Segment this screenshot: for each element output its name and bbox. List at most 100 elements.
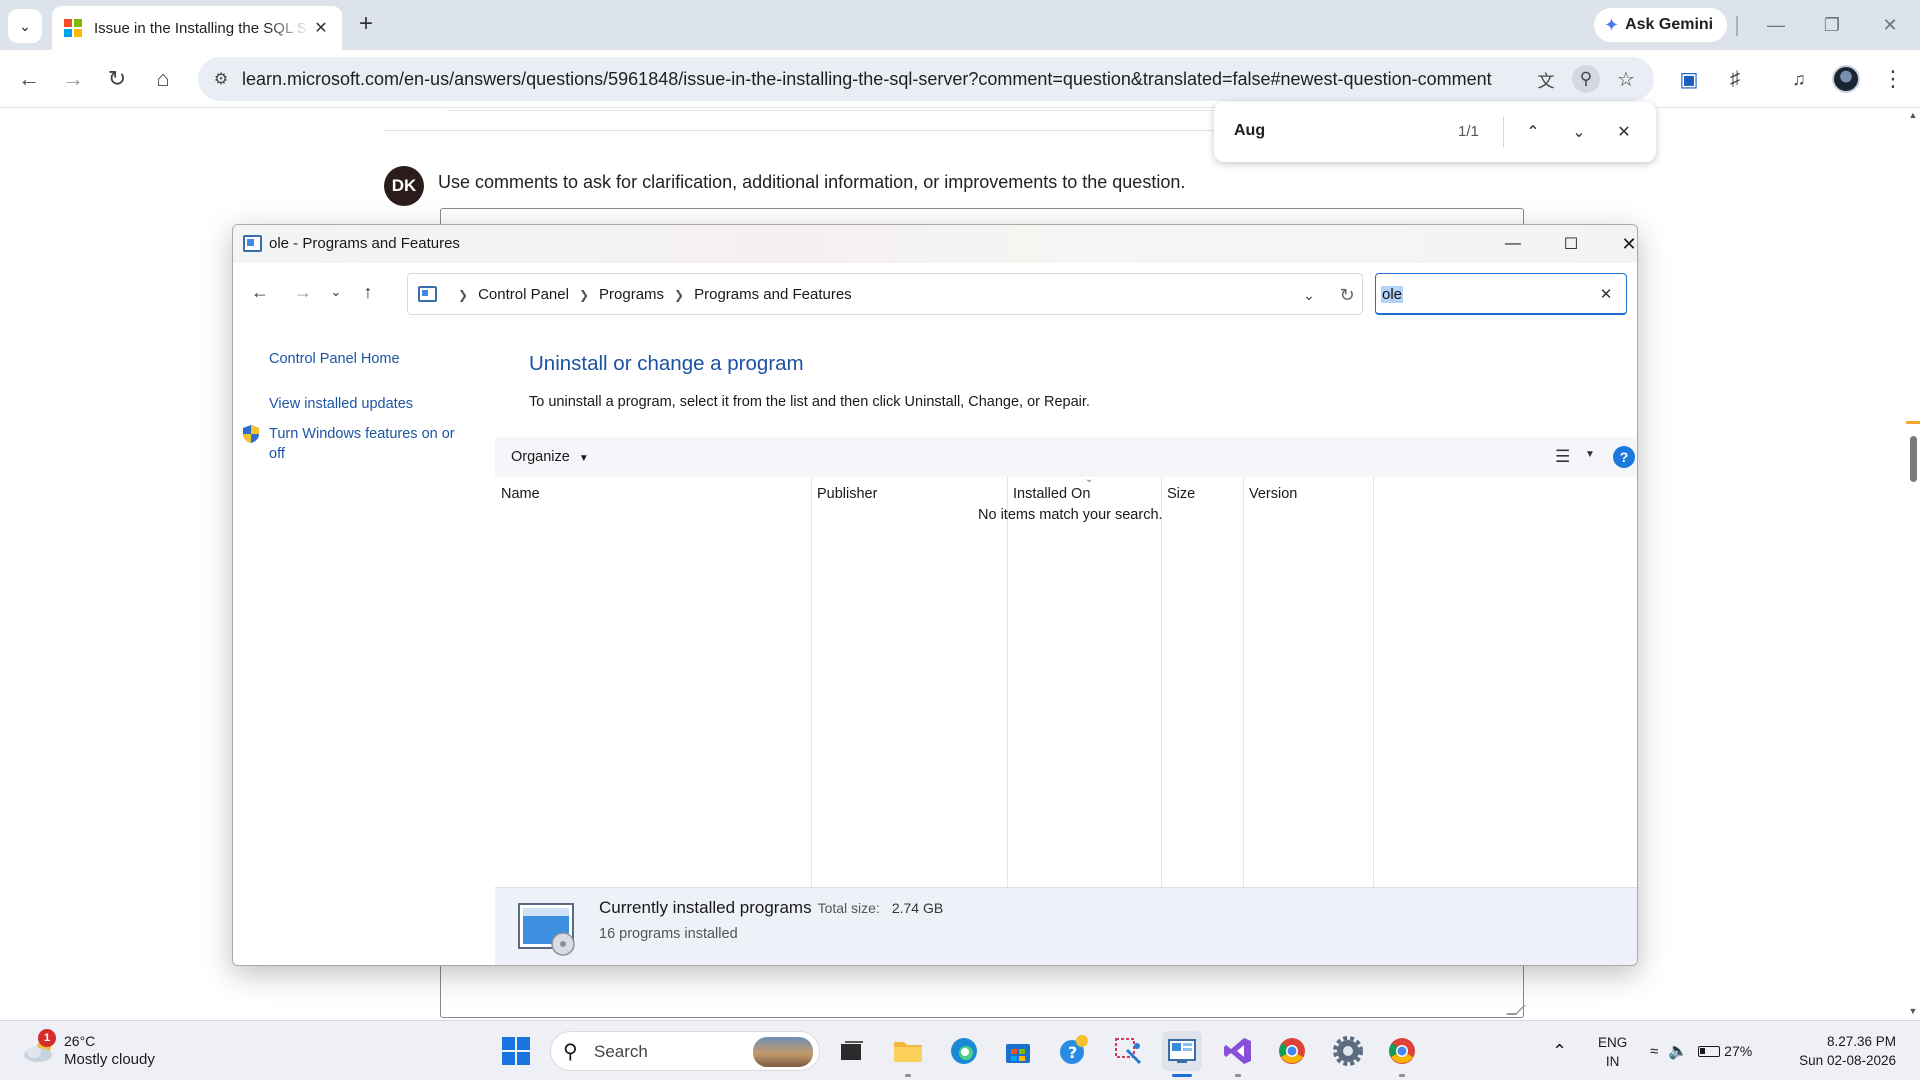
refresh-icon[interactable]: ↻ <box>1334 282 1360 308</box>
control-panel-app[interactable] <box>1162 1031 1202 1077</box>
show-hidden-icons-button[interactable]: ⌃ <box>1552 1021 1567 1080</box>
turn-windows-features-link[interactable]: Turn Windows features on or off <box>269 424 455 464</box>
breadcrumb-separator-icon[interactable]: ❯ <box>579 288 589 302</box>
window-minimize-button[interactable]: — <box>1493 229 1533 259</box>
visual-studio-app[interactable] <box>1218 1031 1258 1077</box>
home-button[interactable]: ⌂ <box>146 62 180 96</box>
breadcrumb-programs-and-features[interactable]: Programs and Features <box>694 286 852 303</box>
settings-app[interactable] <box>1328 1031 1368 1071</box>
organize-label: Organize <box>511 449 570 465</box>
browser-minimize-button[interactable]: — <box>1758 10 1794 40</box>
control-panel-icon <box>418 286 437 302</box>
search-highlight-image <box>753 1037 813 1067</box>
media-controls-icon[interactable]: ♫ <box>1782 62 1816 96</box>
left-task-pane: Control Panel Home View installed update… <box>233 321 483 965</box>
clear-search-icon[interactable]: ✕ <box>1596 284 1616 304</box>
browser-restore-button[interactable]: ❐ <box>1814 10 1850 40</box>
program-list[interactable]: Name Publisher Installed On ⌄ Size Versi… <box>495 474 1637 887</box>
column-header-installed-on[interactable]: Installed On <box>1013 486 1090 502</box>
scroll-up-icon[interactable]: ▲ <box>1908 110 1918 120</box>
explorer-search-input[interactable]: ole ✕ <box>1375 273 1627 315</box>
close-icon: ✕ <box>1617 124 1631 141</box>
column-divider[interactable] <box>811 477 812 887</box>
task-view-button[interactable] <box>832 1031 872 1071</box>
scroll-down-icon[interactable]: ▼ <box>1908 1006 1918 1016</box>
column-header-name[interactable]: Name <box>501 486 540 502</box>
chrome-app[interactable] <box>1272 1031 1312 1071</box>
view-options-dropdown-icon[interactable]: ▼ <box>1585 449 1595 460</box>
gemini-spark-icon: ✦ <box>1604 14 1620 35</box>
home-icon: ⌂ <box>156 66 170 91</box>
nav-up-button[interactable]: ↑ <box>353 277 383 307</box>
input-language-indicator[interactable]: ENG IN <box>1598 1033 1627 1071</box>
scrollbar-thumb[interactable] <box>1910 436 1917 482</box>
forward-button[interactable]: → <box>56 62 90 96</box>
url-text[interactable]: learn.microsoft.com/en-us/answers/questi… <box>242 69 1492 90</box>
browser-tab-active[interactable]: Issue in the Installing the SQL S ✕ <box>52 6 342 50</box>
menu-kebab-icon[interactable]: ⋮ <box>1876 62 1910 96</box>
column-header-publisher[interactable]: Publisher <box>817 486 877 502</box>
control-panel-home-link[interactable]: Control Panel Home <box>269 349 400 369</box>
weather-widget[interactable]: 1 26°C Mostly cloudy <box>20 1029 180 1073</box>
resize-grip-icon[interactable] <box>1506 1005 1526 1015</box>
column-header-size[interactable]: Size <box>1167 486 1195 502</box>
get-help-app[interactable]: ? <box>1054 1031 1094 1071</box>
file-explorer-app[interactable] <box>888 1031 928 1077</box>
clock[interactable]: 8.27.36 PM Sun 02-08-2026 <box>1799 1032 1896 1070</box>
extensions-icon[interactable]: ♯ <box>1718 62 1752 96</box>
translate-icon[interactable]: 文 <box>1532 65 1560 93</box>
find-next-button[interactable]: ⌄ <box>1564 117 1594 147</box>
find-in-page-icon[interactable]: ⚲ <box>1572 65 1600 93</box>
ask-gemini-button[interactable]: ✦ Ask Gemini <box>1594 8 1728 42</box>
address-bar[interactable]: ⚙ learn.microsoft.com/en-us/answers/ques… <box>198 57 1654 101</box>
window-titlebar[interactable]: ole - Programs and Features — ☐ ✕ <box>233 225 1637 263</box>
browser-close-button[interactable]: ✕ <box>1872 10 1908 40</box>
help-bubble-icon: ? <box>1060 1035 1088 1064</box>
organize-button[interactable]: Organize ▼ <box>511 449 589 465</box>
view-installed-updates-link[interactable]: View installed updates <box>269 394 413 414</box>
new-tab-button[interactable]: + <box>352 11 380 39</box>
page-scrollbar[interactable]: ▲ ▼ <box>1906 108 1920 1020</box>
nav-back-button[interactable]: ← <box>245 277 275 307</box>
start-button[interactable] <box>496 1031 536 1071</box>
recent-locations-button[interactable]: ⌄ <box>321 277 351 307</box>
tab-search-button[interactable]: ⌄ <box>8 9 42 43</box>
svg-text:?: ? <box>1068 1043 1077 1062</box>
find-input[interactable]: Aug <box>1234 122 1265 140</box>
breadcrumb-separator-icon[interactable]: ❯ <box>458 288 468 302</box>
breadcrumb-programs[interactable]: Programs <box>599 286 664 303</box>
column-divider[interactable] <box>1243 477 1244 887</box>
edge-app[interactable] <box>944 1031 984 1071</box>
find-close-button[interactable]: ✕ <box>1609 117 1639 147</box>
reload-button[interactable]: ↻ <box>100 62 134 96</box>
column-divider[interactable] <box>1373 477 1374 887</box>
breadcrumb-control-panel[interactable]: Control Panel <box>478 286 569 303</box>
task-view-icon <box>841 1041 863 1060</box>
bookmark-star-icon[interactable]: ☆ <box>1612 65 1640 93</box>
snipping-tool-app[interactable] <box>1108 1031 1148 1071</box>
window-close-button[interactable]: ✕ <box>1609 229 1637 259</box>
explorer-address-bar[interactable]: ❯ Control Panel ❯ Programs ❯ Programs an… <box>407 273 1363 315</box>
column-divider[interactable] <box>1007 477 1008 887</box>
taskbar-search[interactable]: ⚲ Search <box>550 1031 820 1071</box>
quick-settings-button[interactable]: ≈ 🔈 27% <box>1650 1021 1752 1080</box>
address-history-dropdown-icon[interactable]: ⌄ <box>1296 282 1322 308</box>
tab-close-icon[interactable]: ✕ <box>310 17 332 39</box>
change-view-icon[interactable]: ☰ <box>1555 447 1577 467</box>
ask-gemini-label: Ask Gemini <box>1625 16 1714 33</box>
microsoft-store-app[interactable] <box>998 1031 1038 1071</box>
screen-capture-icon[interactable]: ▣ <box>1672 62 1706 96</box>
nav-forward-button[interactable]: → <box>288 277 318 307</box>
site-info-icon[interactable]: ⚙ <box>208 66 234 92</box>
search-value[interactable]: ole <box>1381 286 1404 303</box>
column-header-version[interactable]: Version <box>1249 486 1297 502</box>
back-button[interactable]: ← <box>12 62 46 96</box>
window-maximize-button[interactable]: ☐ <box>1551 229 1591 259</box>
running-indicator <box>905 1074 911 1077</box>
help-icon[interactable]: ? <box>1613 446 1635 468</box>
chrome-app-2[interactable] <box>1382 1031 1422 1077</box>
profile-avatar[interactable] <box>1832 65 1860 93</box>
column-divider[interactable] <box>1161 477 1162 887</box>
find-previous-button[interactable]: ⌃ <box>1518 117 1548 147</box>
breadcrumb-separator-icon[interactable]: ❯ <box>674 288 684 302</box>
